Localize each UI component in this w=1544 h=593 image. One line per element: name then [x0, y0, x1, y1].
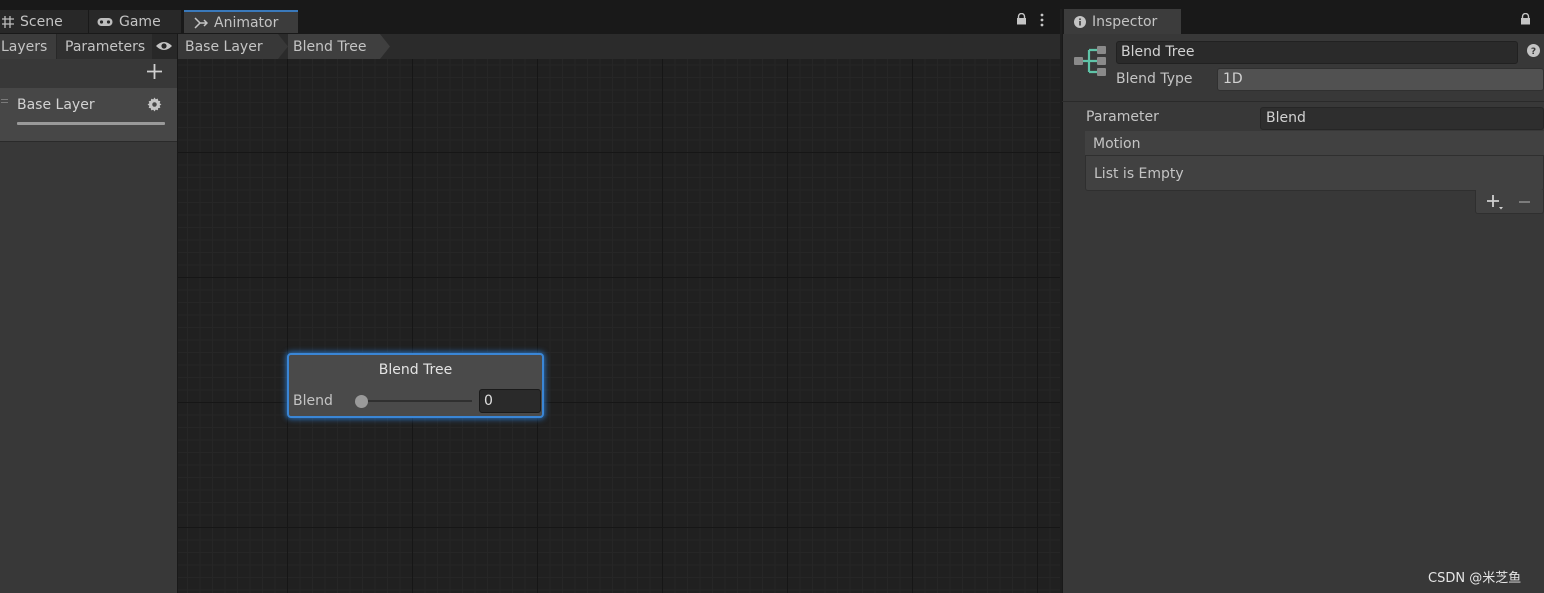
gear-icon[interactable]: [147, 97, 162, 112]
layer-name: Base Layer: [17, 97, 95, 113]
svg-text:?: ?: [1531, 47, 1536, 57]
plus-icon[interactable]: [1487, 195, 1503, 210]
breadcrumb-base-layer-label: Base Layer: [185, 38, 263, 55]
plus-icon[interactable]: [147, 64, 162, 79]
layer-weight-bar[interactable]: [17, 122, 165, 125]
breadcrumb-item-base-layer[interactable]: Base Layer: [178, 34, 278, 59]
blend-type-label: Blend Type: [1116, 71, 1193, 87]
breadcrumb-separator: [278, 34, 288, 59]
blend-tree-node-title: Blend Tree: [378, 362, 453, 378]
blend-parameter-label: Blend: [293, 393, 333, 409]
tab-inspector-label: Inspector: [1092, 13, 1158, 30]
name-field[interactable]: Blend Tree: [1116, 41, 1518, 64]
breadcrumb-item-blend-tree[interactable]: Blend Tree: [288, 34, 380, 59]
subtab-layers[interactable]: Layers: [0, 34, 56, 59]
eye-icon[interactable]: [155, 40, 173, 52]
subtab-parameters-label: Parameters: [65, 38, 146, 55]
inspector-divider: [1062, 101, 1544, 102]
grid-icon: [2, 15, 14, 28]
lock-icon[interactable]: [1520, 13, 1531, 25]
tab-animator[interactable]: Animator: [184, 10, 298, 33]
parameter-label: Parameter: [1086, 109, 1159, 125]
subtab-layers-label: Layers: [1, 38, 48, 55]
subtab-parameters[interactable]: Parameters: [57, 34, 152, 59]
blend-slider-track[interactable]: [361, 400, 472, 402]
animator-icon: [194, 16, 208, 29]
blend-value-field[interactable]: 0: [479, 389, 541, 413]
help-icon[interactable]: ?: [1527, 44, 1540, 57]
motion-list-header: [1085, 131, 1544, 156]
blend-tree-icon: [1073, 45, 1107, 77]
blend-type-dropdown[interactable]: 1D: [1217, 68, 1544, 91]
watermark: CSDN @米芝鱼: [1428, 571, 1522, 586]
tab-inspector[interactable]: Inspector: [1064, 9, 1181, 34]
top-strip: [0, 0, 1544, 9]
breadcrumb-separator: [380, 34, 390, 59]
gamepad-icon: [97, 17, 113, 27]
drag-handle-icon[interactable]: [1, 99, 8, 104]
lock-icon[interactable]: [1016, 13, 1027, 25]
tab-scene[interactable]: Scene: [0, 10, 88, 33]
breadcrumb-blend-tree-label: Blend Tree: [293, 38, 367, 55]
tab-game-label: Game: [119, 13, 161, 30]
motion-list-footer: [1475, 190, 1544, 214]
tab-game[interactable]: Game: [89, 10, 181, 33]
tab-scene-label: Scene: [20, 13, 63, 30]
motion-header-label: Motion: [1093, 136, 1141, 152]
blend-slider-thumb[interactable]: [354, 395, 368, 408]
info-icon: [1074, 15, 1086, 28]
animator-graph[interactable]: [178, 59, 1060, 593]
parameter-dropdown[interactable]: Blend: [1260, 107, 1544, 130]
minus-icon[interactable]: [1519, 201, 1530, 203]
kebab-menu-icon[interactable]: [1040, 13, 1044, 27]
list-empty-text: List is Empty: [1094, 166, 1184, 182]
tab-animator-label: Animator: [214, 14, 279, 31]
